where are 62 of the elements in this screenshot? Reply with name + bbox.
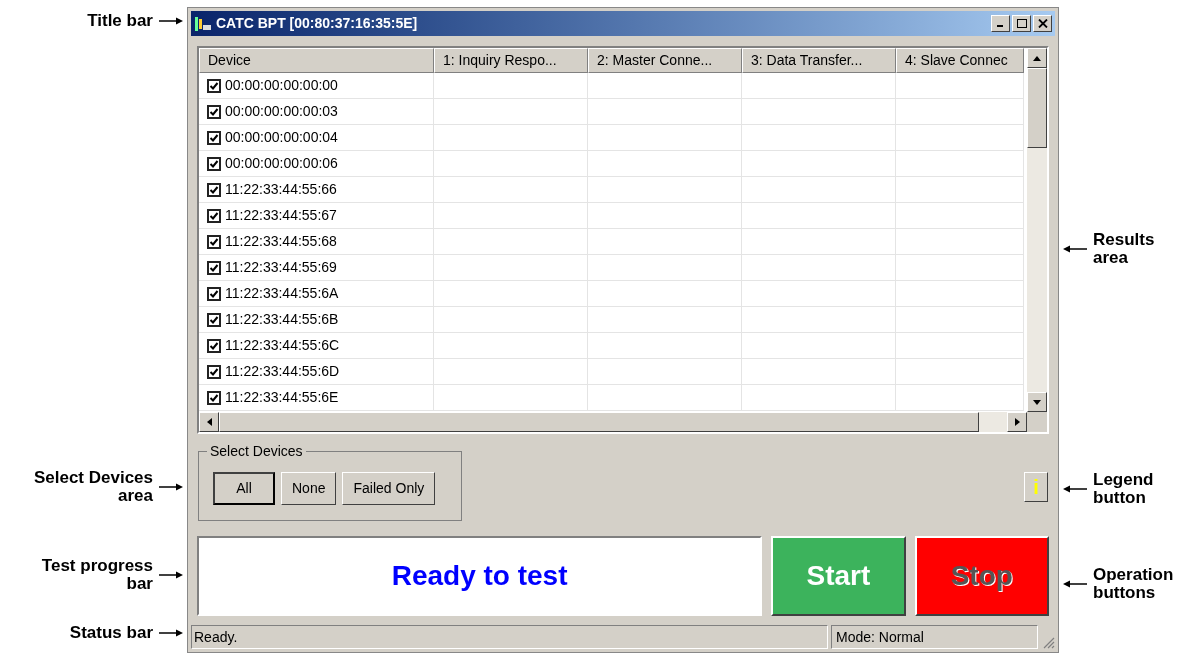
device-address: 11:22:33:44:55:6E (225, 388, 339, 407)
column-header[interactable]: 3: Data Transfer... (742, 48, 896, 73)
device-address: 11:22:33:44:55:68 (225, 232, 337, 251)
checkbox[interactable] (207, 182, 221, 197)
callout-label: Title bar (87, 12, 153, 30)
scroll-left-icon[interactable] (199, 412, 219, 432)
scroll-right-icon[interactable] (1007, 412, 1027, 432)
minimize-icon[interactable] (991, 15, 1010, 32)
checkbox[interactable] (207, 338, 221, 353)
arrow-icon (159, 483, 183, 491)
checkbox[interactable] (207, 390, 221, 405)
close-icon[interactable] (1033, 15, 1052, 32)
device-address: 00:00:00:00:00:03 (225, 102, 338, 121)
arrow-icon (159, 17, 183, 25)
resize-grip-icon[interactable] (1041, 635, 1055, 649)
device-address: 11:22:33:44:55:6D (225, 362, 340, 381)
column-header[interactable]: Device (199, 48, 434, 73)
app-icon (194, 15, 212, 32)
arrow-icon (1063, 580, 1087, 588)
arrow-icon (159, 571, 183, 579)
arrow-icon (1063, 245, 1087, 253)
scroll-up-icon[interactable] (1027, 48, 1047, 68)
select-button[interactable]: Failed Only (342, 471, 436, 505)
device-address: 00:00:00:00:00:04 (225, 128, 338, 147)
device-address: 11:22:33:44:55:67 (225, 206, 337, 225)
checkbox[interactable] (207, 208, 221, 223)
checkbox[interactable] (207, 234, 221, 249)
scroll-down-icon[interactable] (1027, 392, 1047, 412)
checkbox[interactable] (207, 78, 221, 93)
callout-label: Legend button (1093, 471, 1155, 507)
status-mode: Mode: Normal (831, 625, 1038, 649)
select-button[interactable]: All (213, 471, 275, 505)
status-message: Ready. (191, 625, 828, 649)
checkbox[interactable] (207, 286, 221, 301)
callout-label: Operation buttons (1093, 566, 1175, 602)
callout-label: Select Devices area (32, 469, 153, 505)
device-address: 11:22:33:44:55:69 (225, 258, 337, 277)
callout-label: Status bar (69, 624, 153, 642)
column-header[interactable]: 4: Slave Connec (896, 48, 1024, 73)
callout-label: Results area (1093, 231, 1156, 267)
checkbox[interactable] (207, 364, 221, 379)
arrow-icon (159, 629, 183, 637)
device-address: 11:22:33:44:55:6C (225, 336, 340, 355)
column-header[interactable]: 2: Master Conne... (588, 48, 742, 73)
window-title: CATC BPT [00:80:37:16:35:5E] (216, 14, 419, 33)
checkbox[interactable] (207, 260, 221, 275)
checkbox[interactable] (207, 104, 221, 119)
callout-label: Test progress bar (40, 557, 153, 593)
device-address: 00:00:00:00:00:06 (225, 154, 338, 173)
checkbox[interactable] (207, 312, 221, 327)
column-header[interactable]: 1: Inquiry Respo... (434, 48, 588, 73)
device-address: 11:22:33:44:55:6A (225, 284, 339, 303)
checkbox[interactable] (207, 130, 221, 145)
vertical-scrollbar[interactable] (1027, 48, 1047, 412)
device-address: 11:22:33:44:55:6B (225, 310, 339, 329)
select-button[interactable]: None (281, 471, 337, 505)
arrow-icon (1063, 485, 1087, 493)
checkbox[interactable] (207, 156, 221, 171)
device-address: 00:00:00:00:00:00 (225, 76, 338, 95)
maximize-icon[interactable] (1012, 15, 1031, 32)
scroll-thumb[interactable] (1027, 68, 1047, 148)
device-address: 11:22:33:44:55:66 (225, 180, 337, 199)
